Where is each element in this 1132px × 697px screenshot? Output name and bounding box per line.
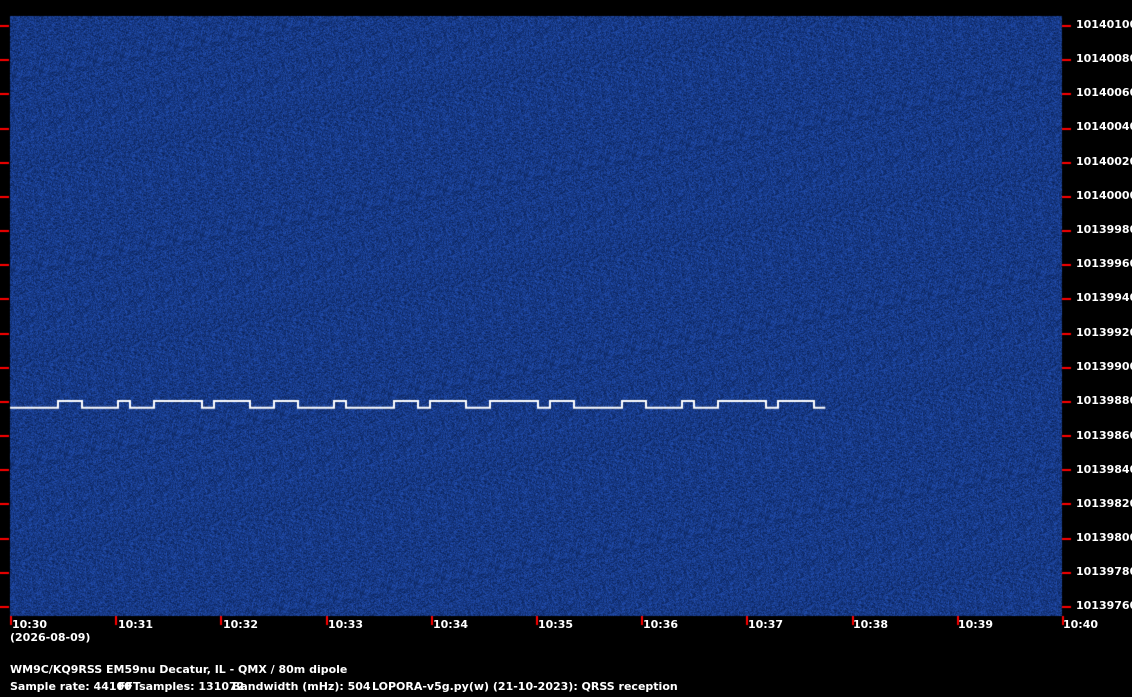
freq-label: 10140100 xyxy=(1076,18,1132,31)
time-label: 10:32 xyxy=(223,618,259,631)
freq-label: 10139880 xyxy=(1076,394,1132,407)
date-label: (2026-08-09) xyxy=(10,631,91,644)
freq-label: 10140040 xyxy=(1076,120,1132,133)
freq-label: 10139940 xyxy=(1076,291,1132,304)
freq-label: 10139800 xyxy=(1076,531,1132,544)
freq-label: 10139900 xyxy=(1076,360,1132,373)
time-label: 10:36 xyxy=(643,618,679,631)
freq-label: 10139860 xyxy=(1076,429,1132,442)
bandwidth: Bandwidth (mHz): 504 xyxy=(232,680,371,693)
freq-label: 10139820 xyxy=(1076,497,1132,510)
time-label: 10:39 xyxy=(958,618,994,631)
time-label: 10:35 xyxy=(538,618,574,631)
freq-label: 10140000 xyxy=(1076,189,1132,202)
time-label: 10:40 xyxy=(1063,618,1099,631)
station-info: WM9C/KQ9RSS EM59nu Decatur, IL - QMX / 8… xyxy=(10,663,348,676)
freq-label: 10139840 xyxy=(1076,463,1132,476)
time-label: 10:30 xyxy=(12,618,48,631)
software-info: LOPORA-v5g.py(w) (21-10-2023): QRSS rece… xyxy=(372,680,678,693)
time-label: 10:38 xyxy=(853,618,889,631)
sample-rate: Sample rate: 44100 xyxy=(10,680,132,693)
time-label: 10:31 xyxy=(118,618,154,631)
waterfall-spectrogram xyxy=(0,0,1132,697)
freq-label: 10140020 xyxy=(1076,155,1132,168)
freq-label: 10140060 xyxy=(1076,86,1132,99)
fft-samples: FFTsamples: 131072 xyxy=(118,680,245,693)
freq-label: 10139980 xyxy=(1076,223,1132,236)
freq-label: 10140080 xyxy=(1076,52,1132,65)
time-label: 10:34 xyxy=(433,618,469,631)
freq-label: 10139760 xyxy=(1076,599,1132,612)
time-label: 10:33 xyxy=(328,618,364,631)
freq-label: 10139920 xyxy=(1076,326,1132,339)
freq-label: 10139960 xyxy=(1076,257,1132,270)
freq-label: 10139780 xyxy=(1076,565,1132,578)
time-label: 10:37 xyxy=(748,618,784,631)
